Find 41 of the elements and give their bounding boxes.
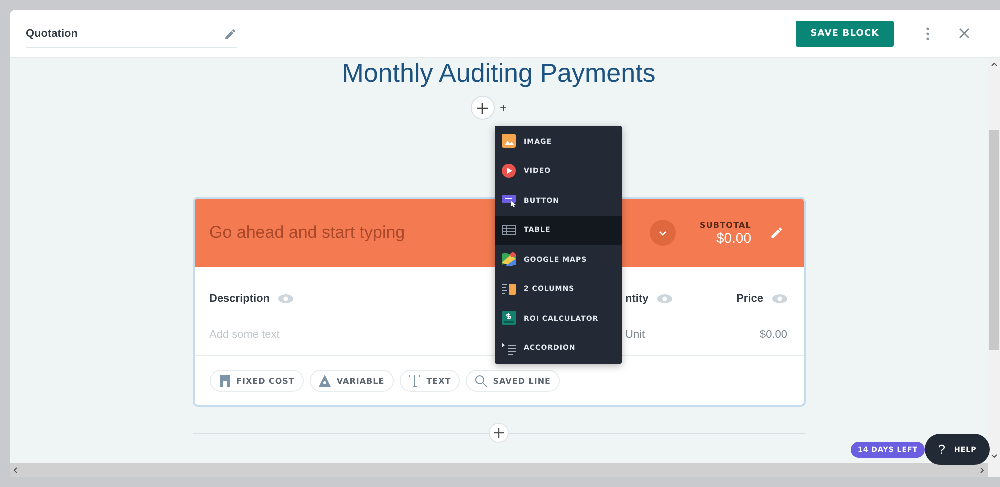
- subtotal-label: SUBTOTAL: [700, 220, 752, 230]
- column-header: Description: [210, 293, 270, 305]
- plus-icon: [494, 428, 504, 438]
- add-line-button[interactable]: SAVED LINE: [466, 370, 560, 392]
- page-title: Monthly Auditing Payments: [342, 58, 656, 88]
- horizontal-scrollbar[interactable]: [10, 463, 988, 477]
- add-marker: +: [500, 101, 507, 115]
- map-icon: [502, 252, 516, 268]
- add-block-button[interactable]: [470, 96, 495, 120]
- accordion-icon: [502, 340, 516, 356]
- scroll-up-icon[interactable]: [990, 62, 998, 67]
- column-header: ntity: [626, 293, 649, 305]
- block-title-field[interactable]: Quotation: [26, 22, 237, 48]
- vertical-scrollbar[interactable]: [988, 58, 1000, 463]
- chevron-down-icon: [658, 230, 667, 236]
- add-line-button[interactable]: VARIABLE: [310, 370, 394, 392]
- scroll-down-icon[interactable]: [990, 454, 998, 459]
- add-line-button[interactable]: TEXT: [400, 370, 460, 392]
- calculator-icon: [502, 311, 516, 326]
- column-header: Price: [736, 293, 764, 305]
- table-icon: [502, 222, 516, 238]
- button-cursor-icon: [502, 193, 516, 208]
- price-cell-text: $0.00: [758, 329, 788, 341]
- edit-icon[interactable]: [770, 226, 784, 240]
- text-icon: [408, 375, 421, 387]
- subtotal-value: $0.00: [716, 230, 752, 246]
- add-section-button[interactable]: [489, 423, 509, 443]
- scrollbar-corner: [988, 463, 1000, 477]
- search-icon: [475, 375, 488, 387]
- quantity-cell-text: Unit: [626, 329, 646, 341]
- save-block-button[interactable]: SAVE BLOCK: [796, 20, 894, 46]
- add-line-button[interactable]: FIXED COST: [210, 370, 304, 392]
- triangle-icon: [318, 375, 331, 387]
- edit-icon[interactable]: [224, 28, 237, 40]
- play-icon: [502, 164, 516, 179]
- plus-icon: [477, 102, 488, 114]
- bookmark-icon: [218, 375, 230, 387]
- scroll-right-icon[interactable]: [980, 466, 985, 474]
- scroll-left-icon[interactable]: [13, 466, 18, 474]
- image-icon: [502, 134, 516, 150]
- columns-icon: [502, 282, 516, 297]
